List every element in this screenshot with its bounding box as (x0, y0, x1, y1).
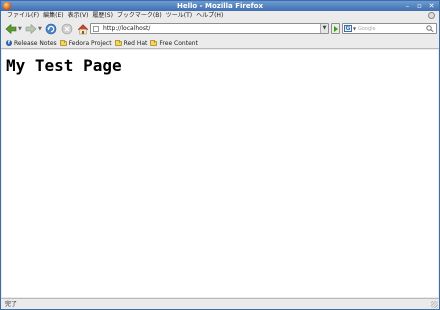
search-bar[interactable]: G ▼ (342, 23, 437, 34)
stop-button[interactable] (61, 23, 73, 35)
bookmark-label: Free Content (159, 39, 198, 47)
back-button[interactable] (5, 23, 17, 35)
menu-bar: ファイル(F) 編集(E) 表示(V) 履歴(S) ブックマーク(B) ツール(… (1, 11, 439, 20)
status-bar: 完了 (1, 298, 439, 309)
folder-icon (150, 39, 158, 46)
close-button[interactable]: ✕ (428, 1, 435, 11)
page-icon (93, 26, 99, 32)
throbber-icon (428, 12, 435, 19)
back-arrow-icon (5, 23, 17, 35)
menu-help[interactable]: ヘルプ(H) (194, 11, 225, 20)
home-icon (77, 24, 89, 35)
bookmark-release-notes[interactable]: f Release Notes (6, 39, 57, 48)
menu-view[interactable]: 表示(V) (66, 11, 91, 20)
bookmark-label: Red Hat (123, 39, 148, 47)
navigation-toolbar: ▼ ▼ http://localhost/ ▼ G ▼ Google (1, 21, 439, 37)
bookmarks-toolbar: f Release Notes Fedora Project Red Hat F… (1, 38, 439, 49)
bookmark-fedora-project[interactable]: Fedora Project (59, 39, 112, 48)
go-button[interactable] (331, 23, 340, 34)
page-heading: My Test Page (6, 56, 122, 75)
reload-icon (45, 23, 57, 35)
resize-grip[interactable] (431, 301, 438, 308)
bookmark-red-hat[interactable]: Red Hat (114, 39, 148, 48)
status-text: 完了 (5, 301, 18, 308)
minimize-button[interactable]: – (404, 1, 411, 11)
bookmark-label: Release Notes (14, 39, 57, 47)
back-history-dropdown-icon[interactable]: ▼ (18, 27, 23, 32)
window-controls: – ▫ ✕ (404, 1, 435, 11)
forward-arrow-icon (25, 23, 37, 35)
window-title: Hello - Mozilla Firefox (177, 2, 263, 10)
search-input[interactable] (358, 24, 422, 33)
menu-tools[interactable]: ツール(T) (164, 11, 194, 20)
reload-button[interactable] (45, 23, 57, 35)
menu-bookmarks[interactable]: ブックマーク(B) (115, 11, 164, 20)
menu-edit[interactable]: 編集(E) (41, 11, 65, 20)
magnifier-icon[interactable] (426, 25, 434, 32)
folder-icon (114, 39, 122, 46)
bookmark-free-content[interactable]: Free Content (150, 39, 198, 48)
bookmark-label: Fedora Project (68, 39, 112, 47)
forward-button[interactable] (25, 23, 37, 35)
folder-icon (59, 39, 67, 46)
stop-icon (61, 23, 73, 35)
page-content[interactable]: My Test Page (2, 50, 438, 297)
browser-window: Hello - Mozilla Firefox – ▫ ✕ ファイル(F) 編集… (0, 0, 440, 310)
title-bar[interactable]: Hello - Mozilla Firefox – ▫ ✕ (1, 1, 439, 11)
google-engine-icon[interactable]: G (344, 25, 352, 32)
engine-dropdown-icon[interactable]: ▼ (353, 27, 356, 31)
fedora-icon: f (6, 40, 12, 46)
url-history-dropdown[interactable]: ▼ (320, 24, 328, 33)
menu-history[interactable]: 履歴(S) (90, 11, 115, 20)
forward-history-dropdown-icon[interactable]: ▼ (38, 27, 43, 32)
maximize-button[interactable]: ▫ (416, 1, 423, 11)
url-text[interactable]: http://localhost/ (103, 24, 150, 33)
menu-file[interactable]: ファイル(F) (5, 11, 41, 20)
home-button[interactable] (77, 23, 89, 35)
url-bar[interactable]: http://localhost/ ▼ (90, 23, 329, 34)
